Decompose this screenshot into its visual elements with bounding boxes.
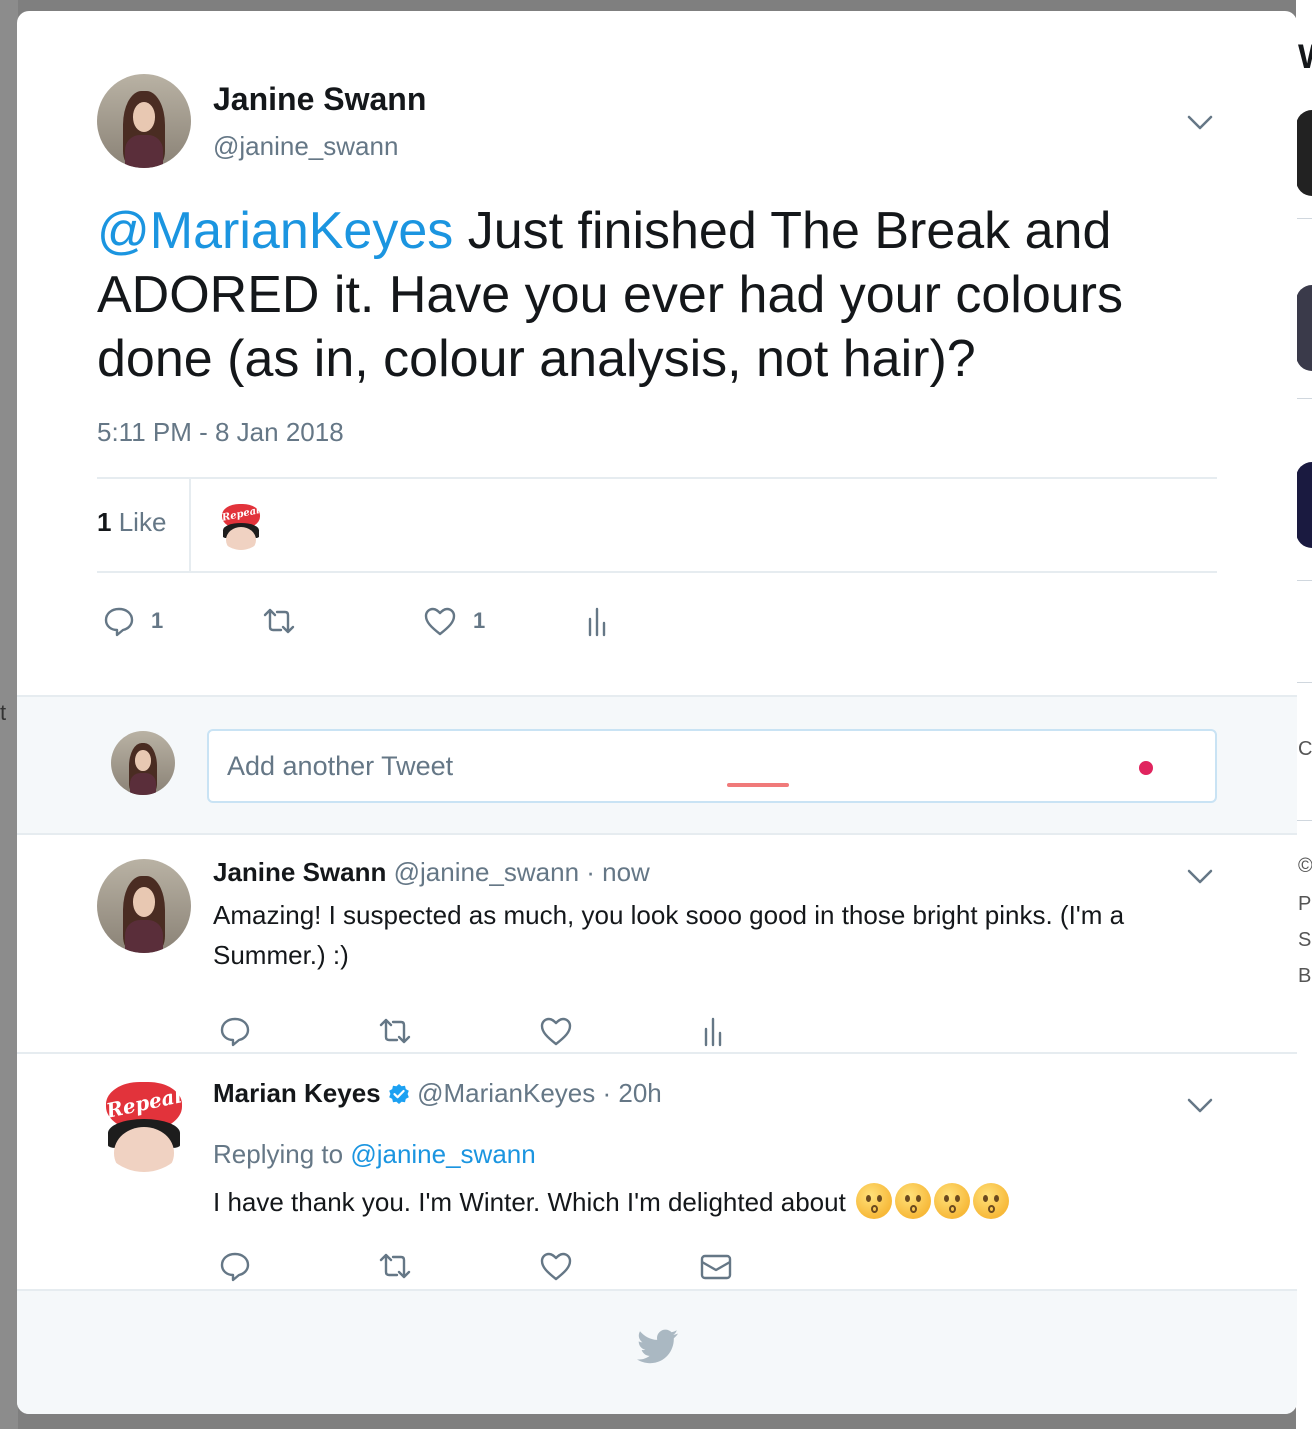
add-tweet-placeholder: Add another Tweet <box>227 751 454 781</box>
reply-button[interactable]: 1 <box>103 605 163 637</box>
mention-link[interactable]: @MarianKeyes <box>97 202 453 260</box>
retweet-button[interactable] <box>377 1015 413 1047</box>
replying-to: Replying to @janine_swann <box>213 1134 1213 1174</box>
divider <box>97 477 1217 479</box>
like-count: 1 <box>473 608 486 633</box>
likes-stat[interactable]: 1 Like <box>97 507 166 538</box>
chevron-down-icon[interactable] <box>1187 115 1213 131</box>
reply-icon <box>220 1252 250 1282</box>
twitter-bird-icon <box>637 1329 678 1364</box>
divider <box>97 571 1217 573</box>
likes-count: 1 <box>97 507 112 537</box>
like-icon <box>540 1017 572 1046</box>
reply-icon <box>220 1017 250 1047</box>
stats-separator <box>189 479 191 571</box>
direct-message-icon <box>700 1254 732 1280</box>
reply-author-name[interactable]: Marian Keyes <box>213 1078 381 1108</box>
reply-icon <box>104 607 134 637</box>
reply-author-avatar[interactable]: Repeal <box>97 1078 191 1172</box>
background-divider <box>1296 820 1312 821</box>
liker-avatar[interactable]: Repeal <box>217 502 265 550</box>
reply-header: Janine Swann @janine_swann · now <box>213 857 650 888</box>
like-button[interactable] <box>539 1250 573 1282</box>
background-text-fragment: S <box>1298 929 1312 951</box>
like-button[interactable] <box>539 1015 573 1047</box>
like-icon <box>540 1252 572 1281</box>
reply-button[interactable] <box>219 1015 251 1047</box>
background-text-fragment: W <box>1298 38 1312 77</box>
background-divider <box>1296 398 1312 399</box>
reply-author-handle[interactable]: @janine_swann <box>394 857 579 887</box>
kissing-face-emoji <box>934 1183 971 1219</box>
background-right-strip: W C © P S B <box>1296 0 1312 1429</box>
author-name[interactable]: Janine Swann <box>213 81 426 118</box>
background-text-fragment: C <box>1298 738 1312 760</box>
retweet-icon <box>379 1018 411 1044</box>
kissing-face-emoji <box>895 1183 932 1219</box>
author-avatar[interactable] <box>97 74 191 168</box>
reply-tweet[interactable]: Repeal Marian Keyes @MarianKeyes · 20h R… <box>17 1054 1297 1288</box>
verified-icon <box>389 1084 409 1104</box>
direct-message-button[interactable] <box>699 1250 733 1282</box>
reply-time[interactable]: · now <box>579 857 650 887</box>
replying-to-prefix: Replying to <box>213 1139 351 1169</box>
analytics-button[interactable] <box>587 605 611 637</box>
reply-text-line: I have thank you. I'm Winter. Which I'm … <box>213 1182 1213 1222</box>
reply-compose-area: Add another Tweet <box>17 695 1297 835</box>
kissing-face-emoji <box>973 1183 1010 1219</box>
reply-text: Amazing! I suspected as much, you look s… <box>213 900 1125 970</box>
tweet-text: @MarianKeyes Just finished The Break and… <box>97 199 1217 391</box>
conversation-footer <box>17 1289 1297 1414</box>
reply-tweet[interactable]: Janine Swann @janine_swann · now Amazing… <box>17 837 1297 1053</box>
kissing-face-emoji <box>856 1183 893 1219</box>
background-avatar <box>1296 110 1312 196</box>
reply-text: I have thank you. I'm Winter. Which I'm … <box>213 1187 854 1217</box>
reply-count: 1 <box>151 608 164 633</box>
retweet-button[interactable] <box>261 605 297 637</box>
retweet-icon <box>263 608 295 634</box>
analytics-icon <box>588 607 606 637</box>
reply-button[interactable] <box>219 1250 251 1282</box>
reply-author-handle[interactable]: @MarianKeyes <box>417 1078 595 1108</box>
background-text-fragment: © <box>1298 855 1312 877</box>
background-avatar <box>1296 285 1312 371</box>
replying-to-link[interactable]: @janine_swann <box>350 1139 535 1169</box>
retweet-button[interactable] <box>377 1250 413 1282</box>
reply-time[interactable]: · 20h <box>595 1078 661 1108</box>
tweet-timestamp[interactable]: 5:11 PM - 8 Jan 2018 <box>97 417 344 448</box>
background-text-fragment: t <box>0 700 7 725</box>
background-left-strip: t <box>0 0 18 1429</box>
chevron-down-icon[interactable] <box>1187 869 1213 885</box>
background-divider <box>1296 218 1312 219</box>
background-text-fragment: P <box>1298 893 1312 915</box>
reply-author-avatar[interactable] <box>97 859 191 953</box>
spellcheck-underline <box>727 783 789 787</box>
add-tweet-input[interactable]: Add another Tweet <box>207 729 1217 803</box>
likes-label: Like <box>118 507 167 537</box>
retweet-icon <box>379 1253 411 1279</box>
reply-author-name[interactable]: Janine Swann <box>213 857 386 887</box>
analytics-icon <box>704 1017 722 1047</box>
background-divider <box>1296 682 1312 683</box>
like-button[interactable]: 1 <box>423 605 485 637</box>
analytics-button[interactable] <box>703 1015 727 1047</box>
background-avatar <box>1296 462 1312 548</box>
background-divider <box>1296 580 1312 581</box>
author-handle[interactable]: @janine_swann <box>213 131 398 162</box>
reply-header: Marian Keyes @MarianKeyes · 20h <box>213 1078 662 1109</box>
like-icon <box>424 607 456 636</box>
status-dot <box>1139 761 1153 775</box>
tweet-permalink-modal: Janine Swann @janine_swann @MarianKeyes … <box>17 11 1297 1414</box>
current-user-avatar <box>111 731 175 795</box>
background-text-fragment: B <box>1298 965 1312 987</box>
chevron-down-icon[interactable] <box>1187 1098 1213 1114</box>
